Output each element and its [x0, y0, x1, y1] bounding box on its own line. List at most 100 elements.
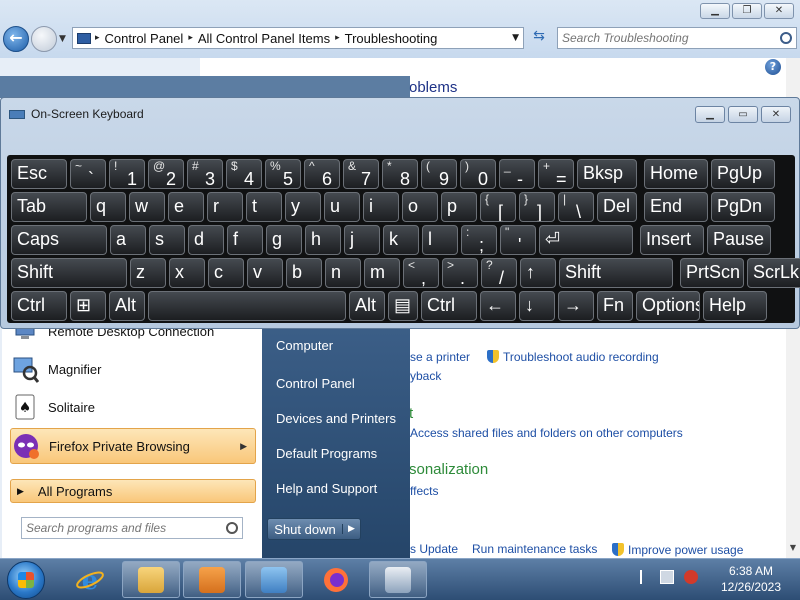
osk-key-symbol[interactable]: ~ ` — [70, 159, 106, 189]
link-run-maintenance[interactable]: Run maintenance tasks — [472, 542, 597, 556]
osk-key-s[interactable]: s — [149, 225, 185, 255]
osk-key-symbol[interactable]: + = — [538, 159, 574, 189]
all-programs-button[interactable]: ▶ All Programs — [10, 479, 256, 503]
link-update[interactable]: s Update — [410, 542, 458, 556]
taskbar-clock[interactable]: 6:38 AM 12/26/2023 — [708, 563, 794, 595]
osk-key-scrlk[interactable]: ScrLk — [747, 258, 800, 288]
link-troubleshoot-audio[interactable]: Troubleshoot audio recording — [487, 350, 659, 364]
osk-key-shift[interactable]: Shift — [11, 258, 127, 288]
taskbar-on-screen-keyboard[interactable] — [369, 561, 427, 598]
osk-key-del[interactable]: Del — [597, 192, 637, 222]
submenu-arrow-icon[interactable]: ▶ — [240, 441, 247, 452]
osk-close-button[interactable]: ✕ — [761, 106, 791, 123]
scroll-down-arrow-icon[interactable]: ▼ — [786, 543, 800, 557]
osk-key-k[interactable]: k — [383, 225, 419, 255]
search-icon[interactable] — [780, 32, 792, 44]
osk-key-symbol[interactable]: | \ — [558, 192, 594, 222]
osk-key-z[interactable]: z — [130, 258, 166, 288]
osk-key-symbol[interactable]: <, — [403, 258, 439, 288]
start-link-control-panel[interactable]: Control Panel — [276, 376, 355, 391]
osk-key-options[interactable]: Options — [636, 291, 700, 321]
osk-key-shift[interactable]: Shift — [559, 258, 673, 288]
forward-button[interactable] — [31, 26, 57, 52]
link-improve-power[interactable]: Improve power usage — [612, 543, 743, 557]
osk-key-caps[interactable]: Caps — [11, 225, 107, 255]
osk-maximize-button[interactable]: ▭ — [728, 106, 758, 123]
shutdown-button[interactable]: Shut down ▶ — [267, 518, 361, 540]
start-item-solitaire[interactable]: ♠ Solitaire — [10, 389, 256, 425]
start-link-help-support[interactable]: Help and Support — [276, 481, 377, 496]
breadcrumb-control-panel[interactable]: Control Panel — [100, 31, 189, 46]
help-icon[interactable]: ? — [765, 59, 781, 75]
osk-key-a[interactable]: a — [110, 225, 146, 255]
osk-key-pgup[interactable]: PgUp — [711, 159, 775, 189]
start-item-firefox-private[interactable]: Firefox Private Browsing ▶ — [10, 428, 256, 464]
osk-key-0[interactable]: ) 0 — [460, 159, 496, 189]
start-link-devices-printers[interactable]: Devices and Printers — [276, 411, 396, 426]
osk-key-home[interactable]: Home — [644, 159, 708, 189]
link-playback[interactable]: yback — [410, 369, 441, 383]
start-button[interactable] — [7, 561, 45, 599]
osk-key-4[interactable]: $4 — [226, 159, 262, 189]
osk-key-symbol[interactable]: ? / — [481, 258, 517, 288]
osk-key-m[interactable]: m — [364, 258, 400, 288]
osk-key-symbol[interactable]: " ' — [500, 225, 536, 255]
osk-key-tab[interactable]: Tab — [11, 192, 87, 222]
shutdown-options-arrow-icon[interactable]: ▶ — [342, 524, 360, 534]
osk-key-c[interactable]: c — [208, 258, 244, 288]
osk-key-w[interactable]: w — [129, 192, 165, 222]
osk-key-help[interactable]: Help — [703, 291, 767, 321]
start-link-computer[interactable]: Computer — [276, 338, 333, 353]
osk-key-end[interactable]: End — [644, 192, 708, 222]
osk-key-p[interactable]: p — [441, 192, 477, 222]
back-button[interactable]: ← — [3, 26, 29, 52]
osk-key-symbol[interactable]: ↑ — [520, 258, 556, 288]
osk-key-q[interactable]: q — [90, 192, 126, 222]
start-link-default-programs[interactable]: Default Programs — [276, 446, 377, 461]
osk-key-symbol[interactable]: ↓ — [519, 291, 555, 321]
explorer-search-box[interactable] — [557, 27, 797, 49]
taskbar-ie[interactable]: e — [61, 561, 119, 598]
osk-key-e[interactable]: e — [168, 192, 204, 222]
minimize-button[interactable]: ▁ — [700, 3, 730, 19]
osk-key-g[interactable]: g — [266, 225, 302, 255]
taskbar-explorer[interactable] — [122, 561, 180, 598]
start-search-box[interactable] — [21, 517, 243, 539]
taskbar-firefox[interactable] — [307, 561, 365, 598]
taskbar-media-player[interactable] — [183, 561, 241, 598]
osk-key-y[interactable]: y — [285, 192, 321, 222]
close-button[interactable]: ✕ — [764, 3, 794, 19]
osk-key-symbol[interactable]: ⊞ — [70, 291, 106, 321]
osk-key-prtscn[interactable]: PrtScn — [680, 258, 744, 288]
osk-key-symbol[interactable]: ▤ — [388, 291, 418, 321]
maximize-button[interactable]: ❐ — [732, 3, 762, 19]
osk-key-1[interactable]: ! 1 — [109, 159, 145, 189]
osk-key-symbol[interactable]: _ - — [499, 159, 535, 189]
osk-key-u[interactable]: u — [324, 192, 360, 222]
osk-key-pause[interactable]: Pause — [707, 225, 771, 255]
start-item-magnifier[interactable]: Magnifier — [10, 351, 256, 387]
search-icon[interactable] — [226, 522, 238, 534]
osk-key-pgdn[interactable]: PgDn — [711, 192, 775, 222]
osk-key-r[interactable]: r — [207, 192, 243, 222]
osk-key-j[interactable]: j — [344, 225, 380, 255]
osk-key-symbol[interactable]: ← — [480, 291, 516, 321]
breadcrumb-all-items[interactable]: All Control Panel Items — [193, 31, 335, 46]
osk-key-t[interactable]: t — [246, 192, 282, 222]
osk-key-alt[interactable]: Alt — [109, 291, 145, 321]
osk-key-h[interactable]: h — [305, 225, 341, 255]
osk-key-6[interactable]: ^ 6 — [304, 159, 340, 189]
osk-key-7[interactable]: & 7 — [343, 159, 379, 189]
osk-key-d[interactable]: d — [188, 225, 224, 255]
osk-key-f[interactable]: f — [227, 225, 263, 255]
osk-key-x[interactable]: x — [169, 258, 205, 288]
osk-key-2[interactable]: @2 — [148, 159, 184, 189]
osk-key-symbol[interactable]: ⏎ — [539, 225, 633, 255]
osk-key-o[interactable]: o — [402, 192, 438, 222]
osk-key-esc[interactable]: Esc — [11, 159, 67, 189]
osk-key-symbol[interactable]: :; — [461, 225, 497, 255]
osk-key-space[interactable] — [148, 291, 346, 321]
network-icon[interactable] — [660, 570, 674, 584]
osk-key-symbol[interactable]: }] — [519, 192, 555, 222]
osk-key-i[interactable]: i — [363, 192, 399, 222]
